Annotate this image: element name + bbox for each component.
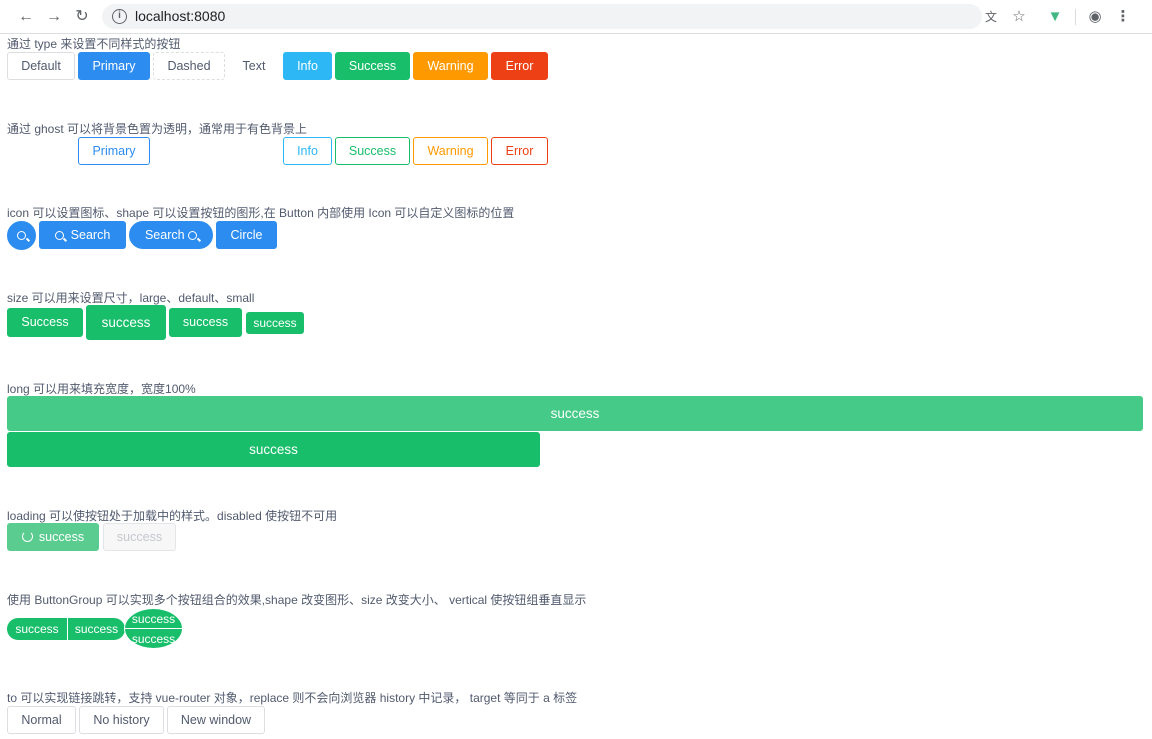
size-small-success-button[interactable]: success	[246, 312, 304, 334]
default-button[interactable]: Default	[7, 52, 75, 80]
search-icon-button[interactable]: Search	[39, 221, 126, 249]
disabled-success-button: success	[103, 523, 176, 551]
ghost-error-button[interactable]: Error	[491, 137, 548, 165]
toolbar-divider	[1075, 9, 1076, 25]
url-text: localhost:8080	[135, 8, 226, 24]
size-section-label: size 可以用来设置尺寸，large、default、small	[7, 291, 255, 305]
group-vertical-success-button-2[interactable]: success	[125, 629, 182, 649]
ghost-section-label: 通过 ghost 可以将背景色置为透明，通常用于有色背景上	[7, 122, 308, 136]
group-success-button-2[interactable]: success	[67, 618, 125, 640]
success-button[interactable]: Success	[335, 52, 410, 80]
vertical-button-group: success success	[124, 608, 183, 649]
info-button[interactable]: Info	[283, 52, 332, 80]
long-section-label: long 可以用来填充宽度，宽度100%	[7, 382, 196, 396]
group-vertical-success-button-1[interactable]: success	[125, 609, 182, 629]
size-default-success-button-2[interactable]: success	[169, 308, 242, 337]
text-button[interactable]: Text	[228, 52, 280, 80]
search-button-label: Search	[70, 228, 111, 242]
size-large-success-button[interactable]: success	[86, 305, 166, 340]
back-arrow-icon[interactable]: ←	[15, 6, 37, 28]
ghost-info-button[interactable]: Info	[283, 137, 332, 165]
loading-section-label: loading 可以使按钮处于加载中的样式。disabled 使按钮不可用	[7, 509, 338, 523]
error-button[interactable]: Error	[491, 52, 548, 80]
loading-button-label: success	[38, 530, 85, 544]
no-history-link-button[interactable]: No history	[79, 706, 164, 734]
search-circle-text-button[interactable]: Search	[129, 221, 213, 249]
circle-button[interactable]: Circle	[216, 221, 277, 249]
vue-devtools-icon[interactable]: ▼	[1044, 6, 1066, 28]
ghost-success-button[interactable]: Success	[335, 137, 410, 165]
forward-arrow-icon[interactable]: →	[43, 6, 65, 28]
translate-icon[interactable]: 文	[980, 6, 1002, 28]
profile-icon[interactable]: ◉	[1084, 6, 1106, 28]
search-circle-button[interactable]	[7, 221, 36, 250]
long-success-button-half[interactable]: success	[7, 432, 540, 467]
size-default-success-button[interactable]: Success	[7, 308, 83, 337]
bookmark-star-icon[interactable]: ☆	[1008, 6, 1030, 28]
site-info-icon[interactable]: i	[112, 9, 127, 24]
primary-button[interactable]: Primary	[78, 52, 150, 80]
loading-success-button[interactable]: success	[7, 523, 99, 551]
warning-button[interactable]: Warning	[413, 52, 488, 80]
icon-section-label: icon 可以设置图标、shape 可以设置按钮的图形,在 Button 内部使…	[7, 206, 515, 220]
loading-spinner-icon	[21, 531, 33, 542]
type-section-label: 通过 type 来设置不同样式的按钮	[7, 37, 181, 51]
dashed-button[interactable]: Dashed	[153, 52, 225, 80]
normal-link-button[interactable]: Normal	[7, 706, 76, 734]
group-section-label: 使用 ButtonGroup 可以实现多个按钮组合的效果,shape 改变图形、…	[7, 593, 587, 607]
browser-toolbar: ← → ↻ i localhost:8080 文 ☆ ▼ ◉ ⋮	[0, 0, 1152, 34]
address-bar[interactable]: i localhost:8080	[102, 4, 982, 29]
long-success-button-full[interactable]: success	[7, 396, 1143, 431]
menu-icon[interactable]: ⋮	[1112, 6, 1134, 28]
search-icon	[188, 231, 198, 240]
new-window-link-button[interactable]: New window	[167, 706, 265, 734]
search-button-label: Search	[144, 228, 185, 242]
to-section-label: to 可以实现链接跳转，支持 vue-router 对象，replace 则不会…	[7, 691, 578, 705]
search-icon	[54, 231, 64, 240]
reload-icon[interactable]: ↻	[71, 6, 93, 28]
search-icon	[17, 231, 26, 240]
ghost-warning-button[interactable]: Warning	[413, 137, 488, 165]
group-success-button-1[interactable]: success	[7, 618, 67, 640]
ghost-primary-button[interactable]: Primary	[78, 137, 150, 165]
